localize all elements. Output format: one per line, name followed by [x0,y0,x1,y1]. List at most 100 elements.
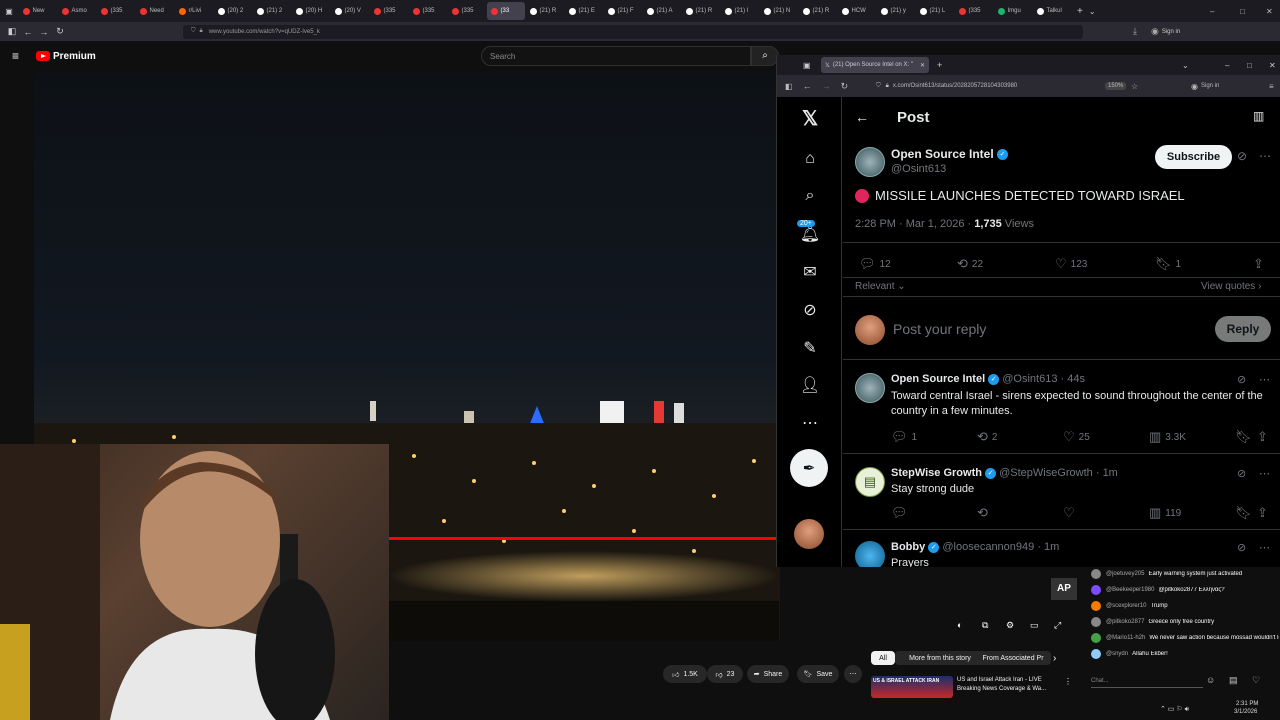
x-maximize-button[interactable]: □ [1247,61,1252,70]
filter-chip[interactable]: All [871,651,895,665]
chat-avatar[interactable] [1091,649,1101,659]
x-back-icon[interactable]: ← [803,81,812,91]
browser-tab[interactable]: (335 [448,2,486,20]
close-button[interactable]: ✕ [1266,7,1273,16]
browser-tab[interactable]: (21) E [565,2,603,20]
recommended-title[interactable]: US and Israel Attack Iran - LIVE Breakin… [957,676,1063,694]
reply-views-stat[interactable]: ▥ 119 [1149,505,1181,521]
communities-icon[interactable]: ✎ [799,337,821,359]
super-chat-icon[interactable]: ▤ [1229,675,1238,686]
reply-grok-icon[interactable]: ⊘ [1237,373,1246,386]
emoji-icon[interactable]: ☺ [1206,675,1215,685]
x-tabs-dropdown-icon[interactable]: ⌄ [1182,61,1189,70]
post-time[interactable]: 2:28 PM · Mar 1, 2026 · [855,218,974,230]
reply-more-icon[interactable]: ⋯ [1259,541,1270,554]
reader-view-icon[interactable]: ▥ [1253,109,1264,123]
settings-gear-icon[interactable]: ⚙ [1006,620,1014,631]
tabs-dropdown-icon[interactable]: ⌄ [1089,7,1096,16]
x-url-text[interactable]: x.com/Osint613/status/202820572810430398… [893,83,1017,89]
filter-chip[interactable]: From Associated Pr [975,651,1051,665]
hamburger-menu-icon[interactable]: ≡ [12,49,28,63]
x-minimize-button[interactable]: – [1225,61,1229,70]
x-close-button[interactable]: ✕ [1269,61,1276,70]
forward-icon[interactable]: → [36,27,52,37]
author-name-row[interactable]: Open Source Intel ✓ [891,147,1009,161]
reply-button[interactable]: Reply [1215,316,1271,342]
author-handle[interactable]: @Osint613 [891,163,946,175]
grok-analyze-icon[interactable]: ⊘ [1237,149,1247,163]
url-bar[interactable]: ⛉ 🔒︎ www.youtube.com/watch?v=qUDZ-Ive5_k [183,24,1083,39]
reply-grok-icon[interactable]: ⊘ [1237,541,1246,554]
reply-more-icon[interactable]: ⋯ [1259,373,1270,386]
browser-tab[interactable]: (335 [409,2,447,20]
x-tab[interactable]: 𝕏 (21) Open Source Intel on X: " ✕ [821,57,929,73]
x-forward-icon[interactable]: → [822,81,831,91]
recommended-more-icon[interactable]: ⋮ [1064,677,1072,686]
reply-bookmark-icon[interactable]: 🔖︎ [1235,505,1256,521]
reply-more-icon[interactable]: ⋯ [1259,467,1270,480]
subscribe-button[interactable]: Subscribe [1155,145,1232,169]
x-tab-close-icon[interactable]: ✕ [920,62,925,69]
browser-tab[interactable]: Asmo [58,2,96,20]
reply-reply-stat[interactable]: 💬︎ [891,505,912,521]
like-button[interactable]: 👍︎ 1.5K [663,665,707,683]
x-signin-link[interactable]: Sign in [1201,83,1219,89]
filter-chip[interactable]: More from this story [895,651,985,665]
x-star-icon[interactable]: ☆ [1131,82,1138,91]
home-icon[interactable]: ⌂ [799,148,821,170]
chat-username[interactable]: @scexplorer10 [1106,603,1146,609]
x-menu-icon[interactable]: ≡ [1269,82,1274,91]
grok-icon[interactable]: ⊘ [799,299,821,321]
signin-link[interactable]: Sign in [1162,29,1180,35]
browser-tab[interactable]: Imgu [994,2,1032,20]
messages-mail-icon[interactable]: ✉ [799,261,821,283]
browser-tab[interactable]: (335 [955,2,993,20]
sidebar-toggle-icon[interactable]: ◧ [4,26,20,37]
reload-icon[interactable]: ↻ [52,26,68,37]
x-sidebar-toggle-icon[interactable]: ◧ [785,82,793,91]
x-account-icon[interactable]: ◉ [1191,82,1198,91]
chat-username[interactable]: @joetuvey205 [1106,571,1144,577]
browser-tab[interactable]: r/Livi [175,2,213,20]
reply-stat[interactable]: 💬︎ 12 [859,256,891,272]
chat-avatar[interactable] [1091,569,1101,579]
youtube-logo[interactable]: Premium [36,51,96,62]
x-new-tab-button[interactable]: + [937,60,942,70]
browser-tab[interactable]: (21) y [877,2,915,20]
minimize-button[interactable]: – [1210,7,1214,16]
browser-tab[interactable]: (21) R [682,2,720,20]
browser-tab[interactable]: (20) 2 [214,2,252,20]
reply-bookmark-icon[interactable]: 🔖︎ [1235,429,1256,445]
chat-input[interactable]: Chat... [1091,674,1203,688]
autoplay-toggle-icon[interactable]: ◐ [957,620,962,630]
chat-username[interactable]: @Mario11-h2h [1106,635,1145,641]
reply-grok-icon[interactable]: ⊘ [1237,467,1246,480]
chat-avatar[interactable] [1091,617,1101,627]
browser-tab[interactable]: (21) 2 [253,2,291,20]
browser-tab[interactable]: (21) A [643,2,681,20]
share-button[interactable]: ➦ Share [747,665,789,683]
fullscreen-icon[interactable]: ⤢ [1054,620,1061,631]
x-reload-icon[interactable]: ↻ [841,81,849,92]
browser-tab[interactable]: Need [136,2,174,20]
tray-icons[interactable]: ⌃ ▭ ⚐ 🔊︎ [1160,705,1189,714]
browser-tab[interactable]: (21) L [916,2,954,20]
dislike-button[interactable]: 👎︎ 23 [707,665,743,683]
reply-header[interactable]: Open Source Intel ✓ @Osint613 · 44s [891,373,1085,385]
chat-username[interactable]: @pitkoko2877 [1106,619,1144,625]
browser-tab[interactable]: (21) R [526,2,564,20]
reply-header[interactable]: Bobby ✓ @loosecannon949 · 1m [891,541,1059,553]
browser-tab[interactable]: (21) F [604,2,642,20]
reply-like-stat[interactable]: ♡ [1063,505,1079,521]
download-icon[interactable]: ⤓ [1133,26,1137,37]
chat-avatar[interactable] [1091,633,1101,643]
heart-icon[interactable]: ♡ [1252,675,1260,686]
reply-repost-stat[interactable]: ⟲ 2 [977,429,997,445]
reply-share-icon[interactable]: ⇪ [1257,429,1272,445]
miniplayer-icon[interactable]: ▭ [1030,620,1039,631]
recommended-thumbnail[interactable]: US & ISRAEL ATTACK IRAN [871,676,953,698]
compose-post-button[interactable]: ✒ [790,449,828,487]
browser-tab[interactable]: (33 [486,2,525,20]
search-input[interactable]: Search [481,46,751,66]
chat-username[interactable]: @snydn [1106,651,1128,657]
